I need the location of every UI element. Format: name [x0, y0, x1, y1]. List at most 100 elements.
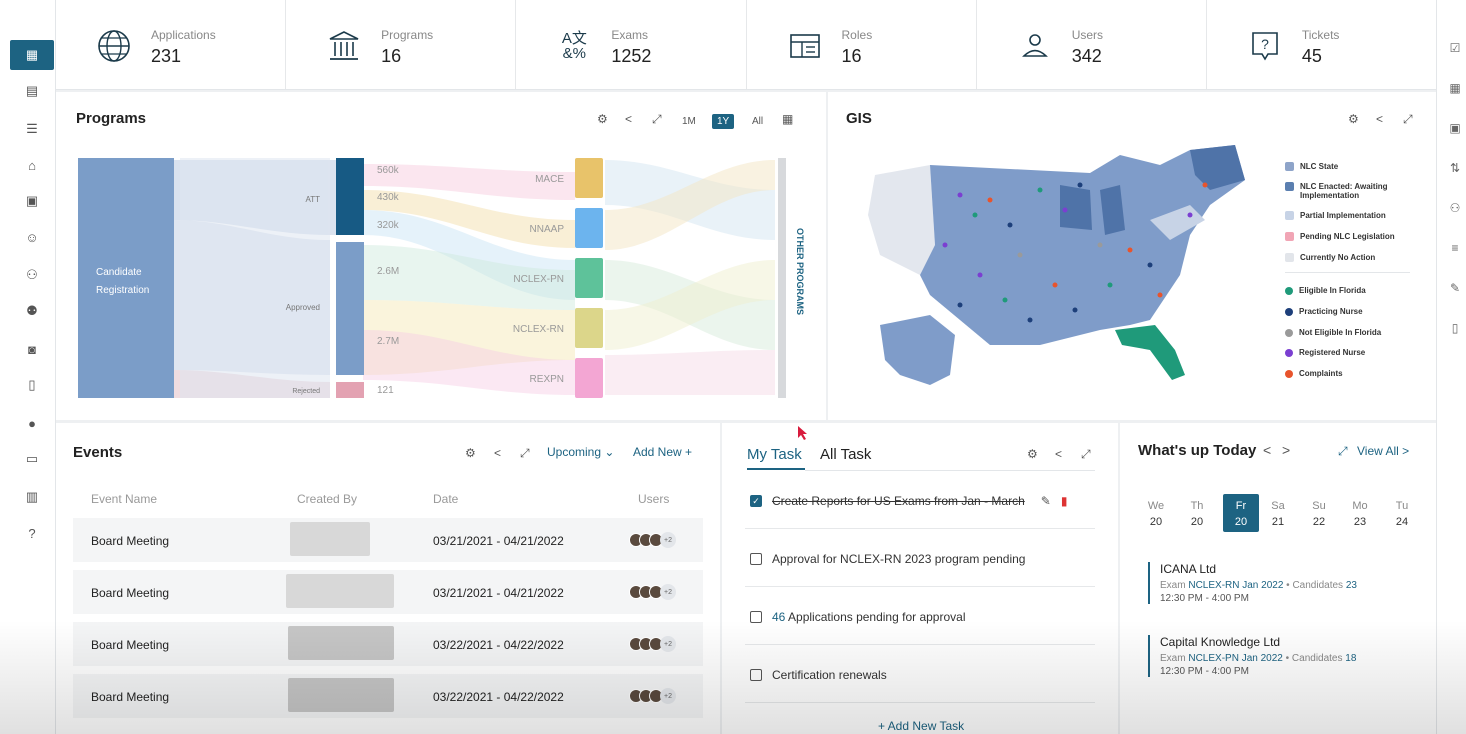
briefcase-nav-icon[interactable]: ▭ [10, 444, 54, 474]
ticket-icon: ? [1245, 26, 1285, 66]
badge-nav-icon[interactable]: ◙ [10, 334, 54, 364]
stat-exams[interactable]: A文 &% Exams 1252 [516, 0, 747, 89]
calculator-nav-icon[interactable]: ▣ [10, 186, 54, 216]
document-nav-icon[interactable]: ▯ [10, 370, 54, 400]
translate-icon: A文 &% [561, 30, 587, 62]
hierarchy-icon[interactable]: ⚇ [1445, 198, 1465, 218]
column-header[interactable]: Date [433, 492, 458, 506]
legend-dot [1285, 286, 1293, 295]
day-tu[interactable]: Tu 24 [1387, 500, 1417, 528]
edit-icon[interactable]: ✎ [1041, 494, 1051, 508]
upcoming-filter-dropdown[interactable]: Upcoming ⌄ [547, 445, 614, 459]
stat-users[interactable]: Users 342 [977, 0, 1207, 89]
tab-my-task[interactable]: My Task [747, 446, 802, 463]
avatar-group[interactable]: +2 [629, 636, 676, 652]
person-nav-icon[interactable]: ☺ [10, 222, 54, 252]
creator-placeholder [290, 522, 370, 556]
task-checkbox[interactable] [750, 669, 762, 681]
avatar-group[interactable]: +2 [629, 584, 676, 600]
globe-nav-icon[interactable]: ● [10, 408, 54, 438]
group-nav-icon[interactable]: ⚉ [10, 296, 54, 326]
task-count[interactable]: 46 [772, 610, 785, 624]
report-nav-icon[interactable]: ▥ [10, 482, 54, 512]
network-nav-icon[interactable]: ⚇ [10, 260, 54, 290]
node-rejected [336, 382, 364, 398]
stat-applications[interactable]: Applications 231 [56, 0, 287, 89]
add-new-task-button[interactable]: + Add New Task [878, 719, 964, 733]
share-icon[interactable]: < [494, 446, 501, 460]
other-programs-label: OTHER PROGRAMS [795, 228, 805, 315]
share-icon[interactable]: < [1055, 447, 1062, 461]
stat-programs[interactable]: Programs 16 [286, 0, 517, 89]
edit-icon[interactable]: ✎ [1445, 278, 1465, 298]
table-row[interactable]: Board Meeting 03/22/2021 - 04/22/2022 +2 [73, 622, 703, 666]
next-day-icon[interactable]: > [1282, 442, 1290, 458]
today-event[interactable]: Capital Knowledge Ltd Exam NCLEX-PN Jan … [1148, 635, 1356, 677]
node-mace [575, 158, 603, 198]
avatar-group[interactable]: +2 [629, 532, 676, 548]
day-mo[interactable]: Mo 23 [1345, 500, 1375, 528]
today-event[interactable]: ICANA Ltd Exam NCLEX-RN Jan 2022 • Candi… [1148, 562, 1357, 604]
day-sa[interactable]: Sa 21 [1263, 500, 1293, 528]
more-users-badge: +2 [660, 688, 676, 704]
column-header[interactable]: Created By [297, 492, 357, 506]
help-nav-icon[interactable]: ? [10, 518, 54, 548]
list-check-icon[interactable]: ≡ [1445, 238, 1465, 258]
day-we[interactable]: We 20 [1141, 500, 1171, 528]
task-checkbox[interactable] [750, 611, 762, 623]
share-icon[interactable]: < [625, 112, 632, 126]
expand-icon[interactable]: ⤢ [1403, 112, 1413, 127]
tab-all-task[interactable]: All Task [820, 446, 871, 463]
institution-nav-icon[interactable]: ⌂ [10, 150, 54, 180]
settings-icon[interactable]: ⚙ [1348, 112, 1359, 126]
us-map[interactable] [860, 135, 1260, 390]
task-item[interactable]: ✓ Create Reports for US Exams from Jan -… [750, 494, 1095, 508]
dashboard-nav-icon[interactable]: ▦ [10, 40, 54, 70]
task-text: Applications pending for approval [788, 610, 966, 624]
task-divider [745, 644, 1095, 645]
stat-label: Applications [151, 28, 216, 42]
delete-icon[interactable]: ▮ [1061, 494, 1068, 508]
view-all-link[interactable]: View All > [1357, 444, 1409, 458]
stat-roles[interactable]: Roles 16 [747, 0, 977, 89]
check-icon[interactable]: ☑ [1445, 38, 1465, 58]
stat-label: Tickets [1301, 28, 1340, 42]
server-nav-icon[interactable]: ☰ [10, 114, 54, 144]
calendar-icon[interactable]: ▣ [1445, 118, 1465, 138]
range-1y-button[interactable]: 1Y [712, 114, 735, 129]
task-checkbox[interactable]: ✓ [750, 495, 762, 507]
day-th[interactable]: Th 20 [1182, 500, 1212, 528]
range-all-button[interactable]: All [752, 116, 763, 127]
flow-icon[interactable]: ⇅ [1445, 158, 1465, 178]
clipboard-nav-icon[interactable]: ▤ [10, 76, 54, 106]
table-row[interactable]: Board Meeting 03/21/2021 - 04/21/2022 +2 [73, 518, 703, 562]
settings-icon[interactable]: ⚙ [465, 446, 476, 460]
legend-item: Complaints [1285, 369, 1343, 378]
avatar-group[interactable]: +2 [629, 688, 676, 704]
day-su[interactable]: Su 22 [1304, 500, 1334, 528]
expand-icon[interactable]: ⤢ [520, 446, 530, 461]
calendar-icon[interactable]: ▦ [782, 112, 793, 126]
share-icon[interactable]: < [1376, 112, 1383, 126]
clipboard-icon[interactable]: ▯ [1445, 318, 1465, 338]
add-new-event-button[interactable]: Add New + [633, 445, 692, 459]
prev-day-icon[interactable]: < [1263, 442, 1271, 458]
upcoming-filter-label: Upcoming [547, 445, 602, 459]
task-item[interactable]: 46 Applications pending for approval [750, 610, 1095, 624]
day-fr[interactable]: Fr 20 [1223, 494, 1259, 532]
table-row[interactable]: Board Meeting 03/22/2021 - 04/22/2022 +2 [73, 674, 703, 718]
settings-icon[interactable]: ⚙ [1027, 447, 1038, 461]
column-header[interactable]: Event Name [91, 492, 157, 506]
task-item[interactable]: Certification renewals [750, 668, 1095, 682]
range-1m-button[interactable]: 1M [682, 116, 696, 127]
column-header[interactable]: Users [638, 492, 669, 506]
expand-icon[interactable]: ⤢ [652, 112, 662, 127]
table-row[interactable]: Board Meeting 03/21/2021 - 04/21/2022 +2 [73, 570, 703, 614]
expand-icon[interactable]: ⤢ [1338, 444, 1348, 459]
task-item[interactable]: Approval for NCLEX-RN 2023 program pendi… [750, 552, 1095, 566]
expand-icon[interactable]: ⤢ [1081, 447, 1091, 462]
stat-tickets[interactable]: ? Tickets 45 [1207, 0, 1436, 89]
task-checkbox[interactable] [750, 553, 762, 565]
grid-icon[interactable]: ▦ [1445, 78, 1465, 98]
settings-icon[interactable]: ⚙ [597, 112, 608, 126]
